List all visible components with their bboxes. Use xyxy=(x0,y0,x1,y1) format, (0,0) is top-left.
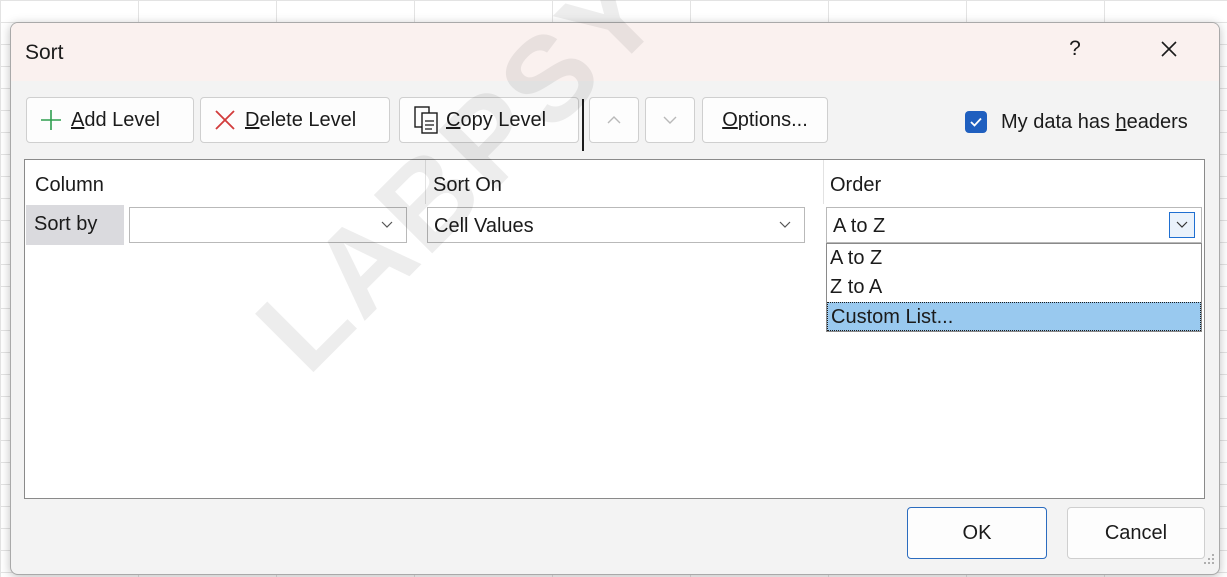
delete-level-button[interactable]: Delete Level xyxy=(200,97,390,143)
copy-icon xyxy=(412,105,442,135)
options-label: Options... xyxy=(722,108,808,131)
ok-button[interactable]: OK xyxy=(907,507,1047,559)
plus-icon xyxy=(39,108,63,132)
order-select-value: A to Z xyxy=(833,215,886,237)
order-option-a-to-z[interactable]: A to Z xyxy=(827,244,1201,273)
chevron-down-icon xyxy=(1176,221,1188,228)
column-select-button[interactable] xyxy=(374,212,400,238)
delete-level-label: Delete Level xyxy=(245,108,357,131)
sort-on-select-button[interactable] xyxy=(772,212,798,238)
title-bar: Sort ? xyxy=(11,23,1219,81)
sort-on-select[interactable]: Cell Values xyxy=(427,207,805,243)
order-dropdown-list: A to Z Z to A Custom List... xyxy=(826,243,1202,332)
copy-level-label: Copy Level xyxy=(446,108,547,131)
column-divider xyxy=(425,160,426,204)
headers-checkbox-label[interactable]: My data has headers xyxy=(1001,111,1188,134)
copy-level-button[interactable]: Copy Level xyxy=(399,97,579,143)
options-button[interactable]: Options... xyxy=(702,97,828,143)
order-select-button[interactable] xyxy=(1169,212,1195,238)
column-select[interactable] xyxy=(129,207,407,243)
column-header: Column xyxy=(35,174,104,196)
add-level-label: Add Level xyxy=(71,108,160,131)
chevron-down-icon xyxy=(381,221,393,228)
chevron-up-icon xyxy=(607,116,621,124)
order-option-custom-list[interactable]: Custom List... xyxy=(827,302,1201,331)
sort-levels-grid: Column Sort On Order Sort by Cell Values… xyxy=(24,159,1205,499)
check-icon xyxy=(970,117,982,127)
cancel-button[interactable]: Cancel xyxy=(1067,507,1205,559)
sort-by-label: Sort by xyxy=(34,213,98,235)
move-up-button[interactable] xyxy=(589,97,639,143)
sort-on-header: Sort On xyxy=(433,174,502,196)
order-select[interactable]: A to Z xyxy=(826,207,1202,243)
close-button[interactable] xyxy=(1151,31,1187,67)
toolbar-separator xyxy=(582,99,584,151)
headers-checkbox[interactable] xyxy=(965,111,987,133)
close-icon xyxy=(1161,41,1177,57)
chevron-down-icon xyxy=(663,116,677,124)
move-down-button[interactable] xyxy=(645,97,695,143)
sort-by-cell: Sort by xyxy=(26,205,124,245)
order-header: Order xyxy=(830,174,882,196)
help-button[interactable]: ? xyxy=(1063,37,1087,61)
column-divider xyxy=(823,160,824,204)
add-level-button[interactable]: Add Level xyxy=(26,97,194,143)
order-option-z-to-a[interactable]: Z to A xyxy=(827,273,1201,302)
sort-dialog: Sort ? Add Level Delete Level Copy Level xyxy=(10,22,1220,575)
sort-on-select-value: Cell Values xyxy=(434,215,534,237)
chevron-down-icon xyxy=(779,221,791,228)
dialog-title: Sort xyxy=(25,41,64,64)
x-icon xyxy=(213,108,237,132)
resize-grip-icon[interactable] xyxy=(1203,552,1215,570)
